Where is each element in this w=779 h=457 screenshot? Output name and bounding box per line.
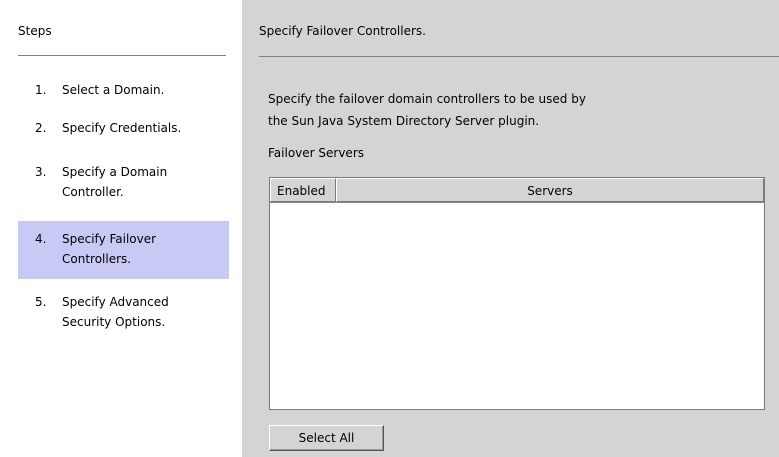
step-label: Select a Domain. bbox=[62, 83, 165, 97]
step-label: Specify a Domain Controller. bbox=[62, 165, 168, 199]
step-number: 1. bbox=[35, 83, 47, 97]
step-number: 3. bbox=[35, 165, 47, 179]
step-number: 4. bbox=[35, 232, 47, 246]
step-item-1[interactable]: 1. Select a Domain. bbox=[18, 80, 229, 100]
step-item-3[interactable]: 3. Specify a Domain Controller. bbox=[18, 162, 229, 206]
step-item-5[interactable]: 5. Specify Advanced Security Options. bbox=[18, 292, 229, 336]
steps-divider bbox=[18, 55, 226, 56]
table-header: Enabled Servers bbox=[270, 178, 764, 203]
step-label: Specify Credentials. bbox=[62, 121, 182, 135]
step-item-2[interactable]: 2. Specify Credentials. bbox=[18, 118, 229, 138]
step-number: 5. bbox=[35, 295, 47, 309]
failover-servers-label: Failover Servers bbox=[268, 146, 364, 160]
steps-panel: Steps 1. Select a Domain. 2. Specify Cre… bbox=[0, 0, 242, 457]
step-label: Specify Advanced Security Options. bbox=[62, 295, 169, 329]
steps-title: Steps bbox=[18, 24, 52, 38]
select-all-button[interactable]: Select All bbox=[269, 425, 384, 451]
failover-servers-table[interactable]: Enabled Servers bbox=[269, 177, 765, 410]
description: Specify the failover domain controllers … bbox=[268, 92, 586, 128]
step-number: 2. bbox=[35, 121, 47, 135]
column-header-enabled[interactable]: Enabled bbox=[270, 178, 336, 202]
column-header-servers[interactable]: Servers bbox=[336, 178, 764, 202]
step-item-4-active[interactable]: 4. Specify Failover Controllers. bbox=[18, 221, 229, 279]
step-label: Specify Failover Controllers. bbox=[62, 232, 157, 266]
page-title: Specify Failover Controllers. bbox=[259, 24, 426, 38]
title-divider bbox=[259, 56, 779, 57]
